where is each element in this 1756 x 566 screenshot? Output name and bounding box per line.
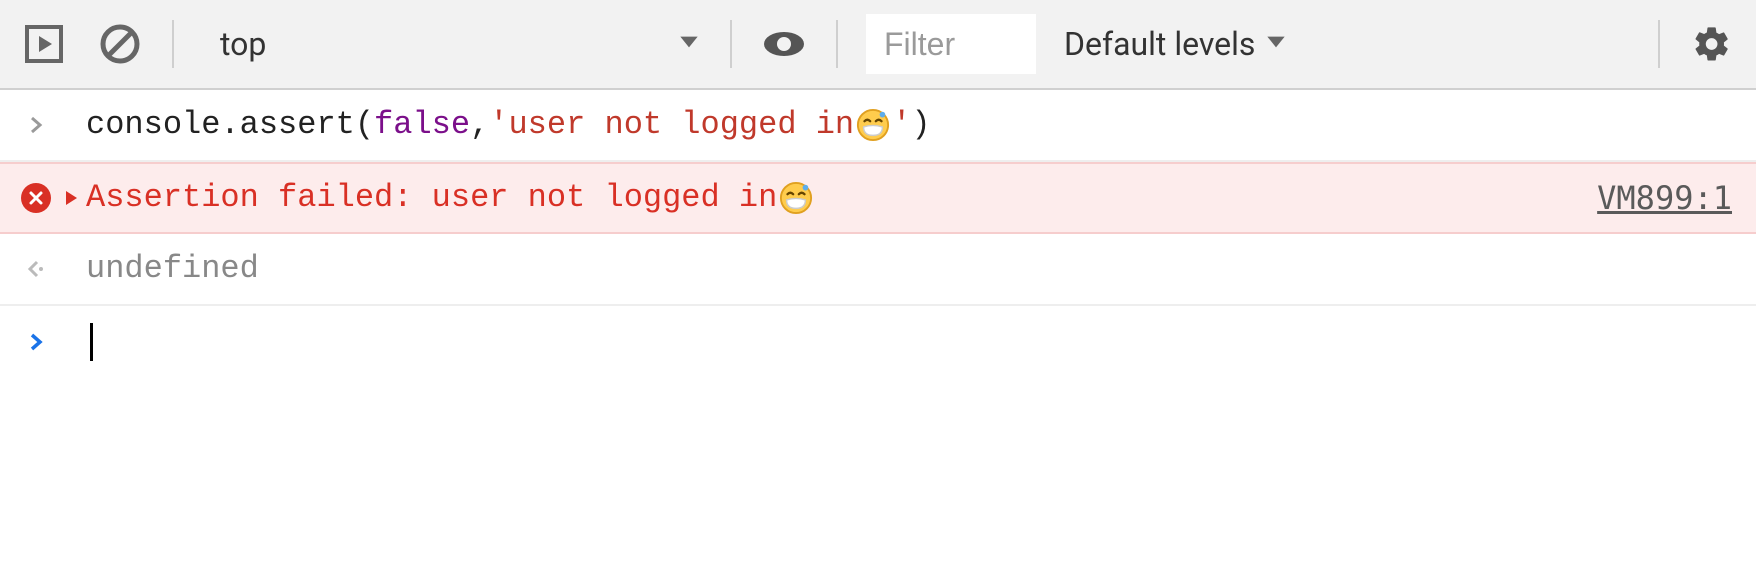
filter-box (866, 14, 1036, 74)
console-return-row: undefined (0, 234, 1756, 306)
text-cursor (90, 323, 93, 361)
return-value: undefined (86, 247, 1732, 292)
levels-label: Default levels (1064, 25, 1255, 63)
console-input-row: console.assert(false, 'user not logged i… (0, 90, 1756, 162)
source-link[interactable]: VM899:1 (1597, 176, 1732, 221)
toolbar-divider (836, 20, 838, 68)
console-toolbar: top Default levels (0, 0, 1756, 90)
error-badge-icon (16, 183, 56, 213)
input-chevron-icon (16, 115, 56, 135)
code-token: .assert( (220, 103, 374, 148)
clear-console-icon[interactable] (96, 20, 144, 68)
prompt-chevron-icon (16, 332, 56, 352)
code-token: 'user not logged in (489, 103, 854, 148)
code-token: ) (911, 103, 930, 148)
log-levels-dropdown[interactable]: Default levels (1064, 25, 1289, 63)
code-token: , (470, 103, 489, 148)
live-expression-icon[interactable] (760, 20, 808, 68)
toolbar-divider (730, 20, 732, 68)
code-token: false (374, 103, 470, 148)
context-selector[interactable]: top (202, 25, 702, 63)
context-label: top (220, 25, 266, 63)
expand-triangle-icon[interactable] (56, 189, 86, 207)
mask-emoji-icon (856, 108, 890, 142)
error-text: Assertion failed: user not logged in (86, 176, 777, 221)
chevron-down-icon (676, 25, 702, 63)
console-error-row: Assertion failed: user not logged in VM8… (0, 162, 1756, 234)
toolbar-divider (172, 20, 174, 68)
mask-emoji-icon (779, 181, 813, 215)
settings-icon[interactable] (1688, 20, 1736, 68)
toolbar-divider (1658, 20, 1660, 68)
error-message: Assertion failed: user not logged in (86, 176, 1597, 221)
return-chevron-icon (16, 258, 56, 280)
console-input-code: console.assert(false, 'user not logged i… (86, 103, 1732, 148)
prompt-input-area[interactable] (86, 323, 1732, 361)
console-prompt-row[interactable] (0, 306, 1756, 378)
return-text: undefined (86, 247, 259, 292)
code-token: ' (892, 103, 911, 148)
filter-input[interactable] (882, 25, 1012, 64)
toggle-sidebar-icon[interactable] (20, 20, 68, 68)
code-token: console (86, 103, 220, 148)
chevron-down-icon (1263, 25, 1289, 63)
